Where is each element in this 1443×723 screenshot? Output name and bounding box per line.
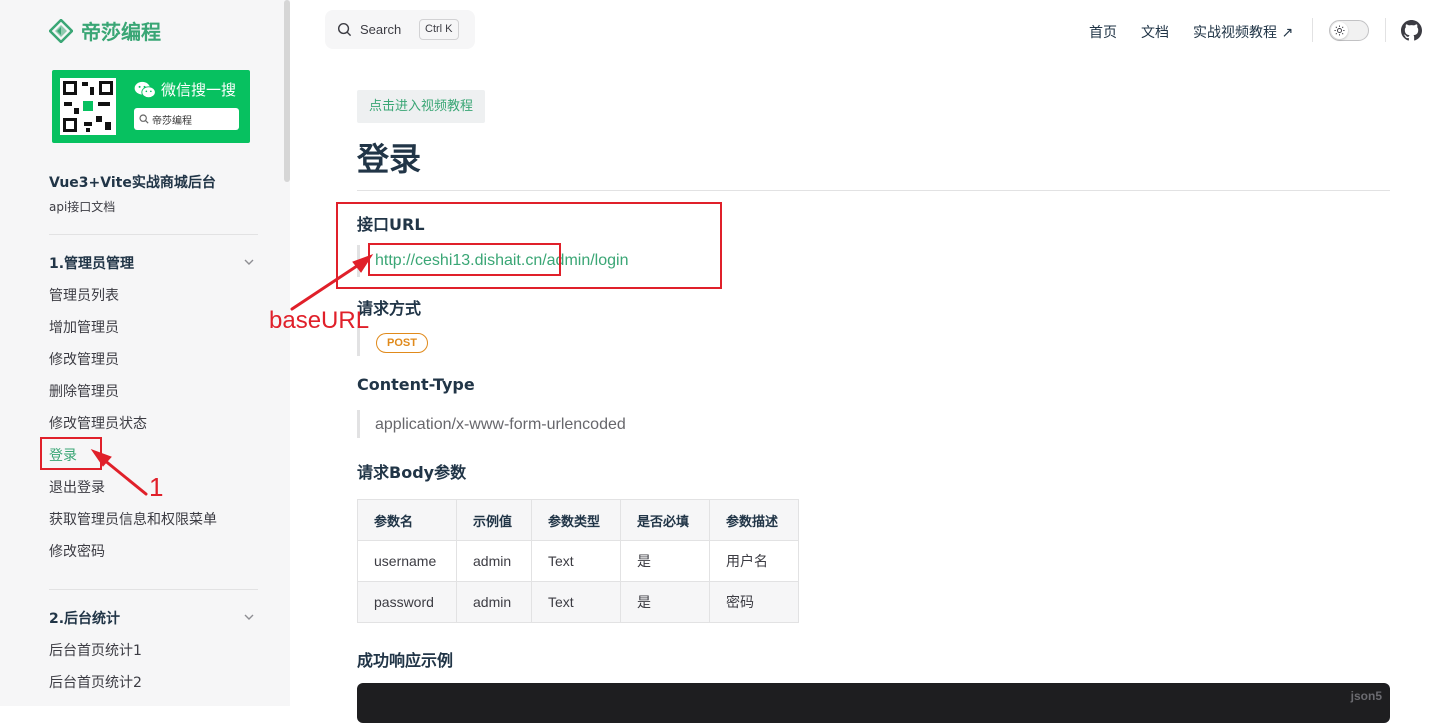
nav-docs[interactable]: 文档 bbox=[1141, 22, 1169, 42]
table-row: password admin Text 是 密码 bbox=[357, 581, 799, 623]
search-label: Search bbox=[360, 22, 402, 37]
table-header-cell: 示例值 bbox=[456, 499, 532, 541]
sun-icon bbox=[1334, 25, 1345, 36]
sidebar-item-admin-info[interactable]: 获取管理员信息和权限菜单 bbox=[49, 509, 217, 529]
annotation-box-login bbox=[40, 437, 102, 470]
annotation-box-baseurl bbox=[368, 243, 561, 276]
logo-icon bbox=[49, 18, 73, 43]
wechat-title: 微信搜一搜 bbox=[134, 79, 236, 100]
params-table: 参数名 示例值 参数类型 是否必填 参数描述 username admin Te… bbox=[357, 499, 799, 623]
search-shortcut: Ctrl K bbox=[419, 19, 459, 40]
page-title: 登录 bbox=[357, 140, 422, 178]
brand-logo[interactable]: 帝莎编程 bbox=[49, 16, 161, 45]
wechat-icon bbox=[134, 81, 156, 98]
header-divider bbox=[1312, 18, 1313, 42]
sidebar-item-admin-status[interactable]: 修改管理员状态 bbox=[49, 413, 147, 433]
theme-toggle[interactable] bbox=[1329, 20, 1369, 41]
table-header-cell: 参数描述 bbox=[709, 499, 799, 541]
body-params-heading: 请求Body参数 bbox=[357, 463, 467, 482]
annotation-step-label: 1 bbox=[149, 472, 164, 502]
content-type-heading: Content-Type bbox=[357, 375, 475, 394]
quote-bar bbox=[357, 410, 360, 438]
sidebar-item-admin-list[interactable]: 管理员列表 bbox=[49, 285, 119, 305]
video-tutorial-link[interactable]: 点击进入视频教程 bbox=[357, 90, 486, 123]
table-cell: Text bbox=[531, 581, 621, 623]
wechat-search-box[interactable]: 帝莎编程 bbox=[134, 108, 239, 130]
search-icon bbox=[139, 114, 149, 124]
content-type-value: application/x-www-form-urlencoded bbox=[375, 416, 626, 433]
chevron-down-icon[interactable] bbox=[242, 610, 256, 624]
table-cell: Text bbox=[531, 540, 621, 582]
table-cell: admin bbox=[456, 581, 532, 623]
table-row: username admin Text 是 用户名 bbox=[357, 540, 799, 582]
table-cell: admin bbox=[456, 540, 532, 582]
sidebar-divider bbox=[49, 234, 258, 235]
sidebar-item-delete-admin[interactable]: 删除管理员 bbox=[49, 381, 119, 401]
table-cell: username bbox=[357, 540, 457, 582]
brand-name: 帝莎编程 bbox=[81, 20, 161, 44]
sidebar: 帝莎编程 微信搜一搜 帝莎编程 Vue3+Vite实战商城后台 api接口文档 … bbox=[0, 0, 290, 706]
sidebar-item-logout[interactable]: 退出登录 bbox=[49, 477, 105, 497]
sidebar-item-add-admin[interactable]: 增加管理员 bbox=[49, 317, 119, 337]
table-cell: 是 bbox=[620, 581, 710, 623]
response-heading: 成功响应示例 bbox=[357, 651, 454, 670]
method-badge: POST bbox=[376, 333, 428, 353]
table-header-cell: 是否必填 bbox=[620, 499, 710, 541]
sidebar-item-edit-admin[interactable]: 修改管理员 bbox=[49, 349, 119, 369]
code-language-label: json5 bbox=[1350, 689, 1382, 703]
search-icon bbox=[337, 22, 352, 37]
table-cell: password bbox=[357, 581, 457, 623]
sidebar-scrollbar[interactable] bbox=[284, 0, 290, 182]
table-header-cell: 参数类型 bbox=[531, 499, 621, 541]
doc-subtitle: api接口文档 bbox=[49, 200, 116, 214]
github-icon[interactable] bbox=[1401, 20, 1422, 41]
title-divider bbox=[357, 190, 1390, 191]
wechat-search-banner[interactable]: 微信搜一搜 帝莎编程 bbox=[52, 70, 250, 143]
table-cell: 用户名 bbox=[709, 540, 799, 582]
header-divider bbox=[1385, 18, 1386, 42]
sidebar-item-change-password[interactable]: 修改密码 bbox=[49, 541, 105, 561]
table-header-cell: 参数名 bbox=[357, 499, 457, 541]
code-block[interactable]: json5 bbox=[357, 683, 1390, 723]
table-cell: 是 bbox=[620, 540, 710, 582]
search-button[interactable]: Search Ctrl K bbox=[325, 10, 475, 49]
doc-title: Vue3+Vite实战商城后台 bbox=[49, 175, 216, 191]
chevron-down-icon[interactable] bbox=[242, 255, 256, 269]
nav-video-tutorial[interactable]: 实战视频教程 ↗ bbox=[1193, 22, 1293, 42]
nav-home[interactable]: 首页 bbox=[1089, 22, 1117, 42]
sidebar-item-stats-2[interactable]: 后台首页统计2 bbox=[49, 672, 142, 692]
sidebar-divider bbox=[49, 589, 258, 590]
table-header-row: 参数名 示例值 参数类型 是否必填 参数描述 bbox=[357, 499, 799, 541]
qr-code bbox=[60, 78, 116, 135]
table-cell: 密码 bbox=[709, 581, 799, 623]
sidebar-group-stats[interactable]: 2.后台统计 bbox=[49, 608, 120, 628]
annotation-baseurl-label: baseURL bbox=[269, 307, 370, 334]
sidebar-item-stats-1[interactable]: 后台首页统计1 bbox=[49, 640, 142, 660]
sidebar-group-admin[interactable]: 1.管理员管理 bbox=[49, 253, 134, 273]
